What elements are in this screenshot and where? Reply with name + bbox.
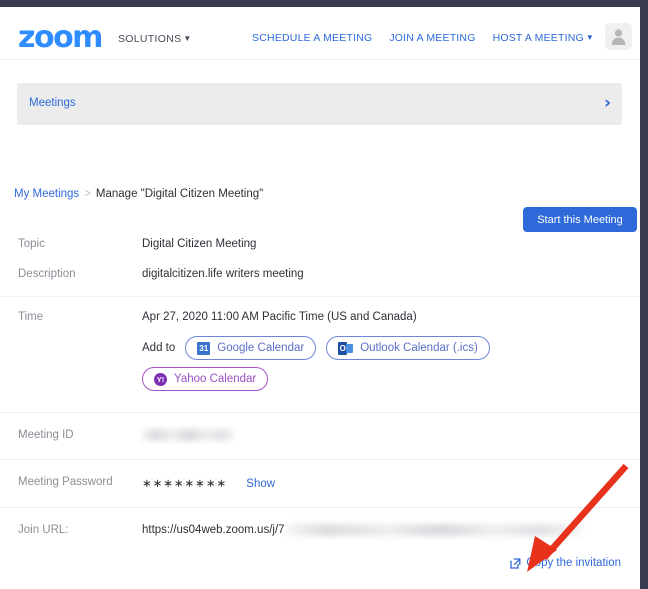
nav-solutions-label: SOLUTIONS [118,33,182,45]
detail-row-topic: Topic Digital Citizen Meeting [0,229,640,259]
join-url-value: https://us04web.zoom.us/j/7 [142,524,640,536]
join-url-redacted [286,524,582,537]
meeting-id-value [142,429,640,441]
nav-link-join-a-meeting[interactable]: JOIN A MEETING [389,32,475,44]
site-header: zoom SOLUTIONS ▼ SCHEDULE A MEETING JOIN … [0,7,640,60]
add-to-calendar-row-secondary: Y! Yahoo Calendar [142,367,640,391]
external-link-icon [510,557,521,569]
nav-link-host-a-meeting[interactable]: HOST A MEETING ▼ [493,32,594,44]
meeting-id-redacted [142,429,234,441]
add-to-label: Add to [142,342,176,354]
time-value: Apr 27, 2020 11:00 AM Pacific Time (US a… [142,311,417,323]
join-url-label: Join URL: [18,524,69,537]
copy-the-invitation-label: Copy the invitation [526,557,621,569]
yahoo-calendar-label: Yahoo Calendar [174,373,257,385]
detail-row-meeting-id: Meeting ID [0,413,640,459]
show-password-link[interactable]: Show [246,478,275,490]
chevron-down-icon: ▼ [585,33,594,42]
nav-link-schedule-a-meeting[interactable]: SCHEDULE A MEETING [252,32,372,44]
primary-nav: SCHEDULE A MEETING JOIN A MEETING HOST A… [252,32,594,44]
add-to-calendar-group: Add to 31 Google Calendar O Outlook Cale… [0,336,640,412]
nav-solutions-menu[interactable]: SOLUTIONS ▼ [118,33,192,45]
breadcrumb-link-my-meetings[interactable]: My Meetings [14,188,79,200]
topic-value: Digital Citizen Meeting [142,238,257,250]
topic-label: Topic [18,238,45,250]
chevron-down-icon: ▼ [183,34,192,43]
breadcrumb-separator: > [84,188,91,200]
meeting-password-label: Meeting Password [18,476,113,489]
google-calendar-button[interactable]: 31 Google Calendar [185,336,317,360]
zoom-meeting-details-page: zoom SOLUTIONS ▼ SCHEDULE A MEETING JOIN … [0,0,648,589]
chevron-right-icon[interactable]: › [604,94,611,113]
yahoo-calendar-button[interactable]: Y! Yahoo Calendar [142,367,269,391]
outlook-calendar-icon: O [338,341,354,355]
breadcrumb-current-page: Manage "Digital Citizen Meeting" [95,188,264,200]
yahoo-calendar-icon: Y! [154,372,167,386]
nav-link-host-a-meeting-label: HOST A MEETING [492,32,584,44]
join-url-text[interactable]: https://us04web.zoom.us/j/7 [142,524,285,536]
add-to-calendar-row-primary: Add to 31 Google Calendar O Outlook Cale… [142,336,640,360]
meetings-banner-label: Meetings [29,97,76,109]
meetings-banner[interactable]: Meetings › [17,83,622,125]
meeting-details-list: Topic Digital Citizen Meeting Descriptio… [0,229,640,546]
copy-the-invitation-link[interactable]: Copy the invitation [510,557,621,569]
meeting-password-value: ∗∗∗∗∗∗∗∗ Show [142,476,640,490]
detail-row-join-url: Join URL: https://us04web.zoom.us/j/7 [0,508,640,546]
google-calendar-label: Google Calendar [217,342,305,354]
outlook-calendar-label: Outlook Calendar (.ics) [360,342,478,354]
outlook-calendar-button[interactable]: O Outlook Calendar (.ics) [326,336,490,360]
description-value: digitalcitizen.life writers meeting [142,268,304,280]
time-label: Time [18,311,44,323]
meeting-password-masked: ∗∗∗∗∗∗∗∗ [142,478,228,491]
outlook-icon-flag [346,343,354,353]
detail-row-description: Description digitalcitizen.life writers … [0,259,640,296]
browser-chrome-top-strip [0,0,648,7]
detail-row-meeting-password: Meeting Password ∗∗∗∗∗∗∗∗ Show [0,460,640,507]
meeting-id-label: Meeting ID [18,429,74,441]
breadcrumb: My Meetings > Manage "Digital Citizen Meet… [14,188,263,200]
description-label: Description [18,268,76,280]
zoom-logo[interactable]: zoom [18,23,103,53]
page-viewport: zoom SOLUTIONS ▼ SCHEDULE A MEETING JOIN … [0,7,640,589]
user-avatar-icon[interactable] [605,23,632,50]
detail-row-time: Time Apr 27, 2020 11:00 AM Pacific Time … [0,297,640,336]
google-calendar-icon: 31 [197,341,211,355]
browser-chrome-right-strip [640,0,648,589]
